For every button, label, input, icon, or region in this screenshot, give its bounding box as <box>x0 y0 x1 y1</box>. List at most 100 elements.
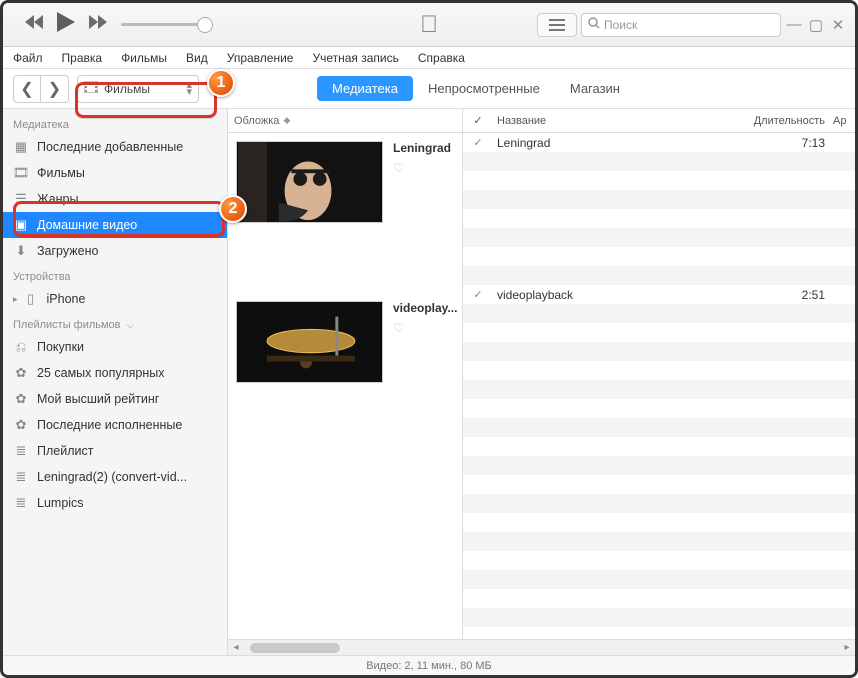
scroll-left-icon[interactable]: ◂ <box>228 642 244 653</box>
apple-logo-icon:  <box>420 11 438 39</box>
thumbnail-videoplayback <box>236 301 383 383</box>
list-view-button[interactable] <box>537 13 577 37</box>
empty-row <box>463 209 855 228</box>
right-toolbar: Поиск — ▢ ✕ <box>537 13 847 37</box>
back-button[interactable]: ❮ <box>13 75 41 103</box>
sidebar-playlist-lumpics[interactable]: ≣ Lumpics <box>3 490 227 516</box>
album-pane: Обложка ◆ Leningrad ♡ <box>228 109 463 657</box>
empty-row <box>463 380 855 399</box>
empty-row <box>463 323 855 342</box>
track-row[interactable]: ✓ videoplayback 2:51 <box>463 285 855 304</box>
home-video-icon: ▣ <box>13 217 29 233</box>
sidebar-playlist-top25[interactable]: ✿ 25 самых популярных <box>3 360 227 386</box>
empty-row <box>463 342 855 361</box>
menu-bar: Файл Правка Фильмы Вид Управление Учетна… <box>3 47 855 69</box>
track-row[interactable]: ✓ Leningrad 7:13 <box>463 133 855 152</box>
toolbar-row: ❮ ❯ Фильмы ▴▾ Медиатека Непросмотренные … <box>3 69 855 109</box>
empty-row <box>463 456 855 475</box>
playlist-icon: ≣ <box>13 495 29 511</box>
sidebar-item-iphone[interactable]: ▯ iPhone <box>3 286 227 312</box>
sidebar-playlist-leningrad2[interactable]: ≣ Leningrad(2) (convert-vid... <box>3 464 227 490</box>
menu-account[interactable]: Учетная запись <box>312 51 398 65</box>
view-tabs: Медиатека Непросмотренные Магазин <box>317 76 635 101</box>
scroll-thumb[interactable] <box>250 643 340 653</box>
track-header-row: ✓ Название Длительность Ар <box>463 109 855 133</box>
menu-edit[interactable]: Правка <box>62 51 103 65</box>
phone-icon: ▯ <box>23 291 39 307</box>
heart-icon[interactable]: ♡ <box>393 161 451 175</box>
sidebar-header-playlists[interactable]: Плейлисты фильмов ⌵ <box>3 312 227 334</box>
gear-icon: ✿ <box>13 417 29 433</box>
menu-view[interactable]: Вид <box>186 51 208 65</box>
dropdown-arrows-icon: ▴▾ <box>186 82 192 96</box>
empty-row <box>463 494 855 513</box>
track-pane: ✓ Название Длительность Ар ✓ Leningrad 7… <box>463 109 855 657</box>
album-title-block: Leningrad ♡ <box>393 141 451 285</box>
col-artist[interactable]: Ар <box>833 115 855 127</box>
volume-slider[interactable] <box>121 23 206 26</box>
playlist-icon: ≣ <box>13 469 29 485</box>
tab-library[interactable]: Медиатека <box>317 76 413 101</box>
empty-row <box>463 589 855 608</box>
empty-row <box>463 228 855 247</box>
horizontal-scrollbar[interactable]: ◂ ▸ <box>228 639 855 655</box>
search-icon <box>588 17 600 32</box>
callout-badge-1: 1 <box>207 69 235 97</box>
sidebar-playlist-recent-played[interactable]: ✿ Последние исполненные <box>3 412 227 438</box>
album-card-videoplayback[interactable]: videoplay... ♡ <box>228 293 462 453</box>
empty-row <box>463 570 855 589</box>
empty-row <box>463 361 855 380</box>
empty-row <box>463 152 855 171</box>
sort-arrow-icon: ◆ <box>283 115 290 126</box>
heart-icon[interactable]: ♡ <box>393 321 457 335</box>
sidebar-playlist-top-rated[interactable]: ✿ Мой высший рейтинг <box>3 386 227 412</box>
search-input[interactable]: Поиск <box>581 13 781 37</box>
menu-controls[interactable]: Управление <box>227 51 294 65</box>
sidebar-playlist[interactable]: ≣ Плейлист <box>3 438 227 464</box>
itunes-window:  Поиск — ▢ ✕ Файл Правка Фильмы Вид Упр… <box>0 0 858 678</box>
sidebar-playlist-purchases[interactable]: ⎌ Покупки <box>3 334 227 360</box>
col-name[interactable]: Название <box>493 115 743 127</box>
album-header[interactable]: Обложка ◆ <box>228 109 462 133</box>
empty-row <box>463 266 855 285</box>
media-type-dropdown[interactable]: Фильмы ▴▾ <box>77 75 199 103</box>
empty-row <box>463 304 855 323</box>
status-bar: Видео: 2, 11 мин., 80 МБ <box>3 655 855 675</box>
menu-file[interactable]: Файл <box>13 51 43 65</box>
sidebar-item-downloaded[interactable]: ⬇ Загружено <box>3 238 227 264</box>
scroll-right-icon[interactable]: ▸ <box>839 642 855 653</box>
next-icon[interactable] <box>89 15 107 34</box>
prev-icon[interactable] <box>25 15 43 34</box>
close-icon[interactable]: ✕ <box>829 16 847 34</box>
play-icon[interactable] <box>57 12 75 37</box>
empty-row <box>463 437 855 456</box>
col-duration[interactable]: Длительность <box>743 115 833 127</box>
col-check[interactable]: ✓ <box>463 114 493 127</box>
minimize-icon[interactable]: — <box>785 16 803 33</box>
forward-button[interactable]: ❯ <box>41 75 69 103</box>
sidebar-item-movies[interactable]: 🎞 Фильмы <box>3 160 227 186</box>
tab-unwatched[interactable]: Непросмотренные <box>413 76 555 101</box>
tab-store[interactable]: Магазин <box>555 76 635 101</box>
sidebar-header-devices: Устройства <box>3 264 227 286</box>
empty-row <box>463 532 855 551</box>
sidebar-item-home-videos[interactable]: ▣ Домашние видео <box>3 212 227 238</box>
maximize-icon[interactable]: ▢ <box>807 16 825 34</box>
menu-help[interactable]: Справка <box>418 51 465 65</box>
nav-group: ❮ ❯ <box>13 75 69 103</box>
sidebar-item-genres[interactable]: ☰ Жанры <box>3 186 227 212</box>
empty-row <box>463 171 855 190</box>
purchases-icon: ⎌ <box>13 339 29 355</box>
empty-row <box>463 513 855 532</box>
empty-row <box>463 247 855 266</box>
empty-row <box>463 190 855 209</box>
sidebar-item-recent[interactable]: ▦ Последние добавленные <box>3 134 227 160</box>
content-area: Обложка ◆ Leningrad ♡ <box>228 109 855 657</box>
album-card-leningrad[interactable]: Leningrad ♡ <box>228 133 462 293</box>
menu-movies[interactable]: Фильмы <box>121 51 167 65</box>
callout-badge-2: 2 <box>219 195 247 223</box>
thumbnail-leningrad <box>236 141 383 223</box>
empty-row <box>463 475 855 494</box>
chevron-down-icon: ⌵ <box>127 320 134 330</box>
sidebar-header-library: Медиатека <box>3 112 227 134</box>
